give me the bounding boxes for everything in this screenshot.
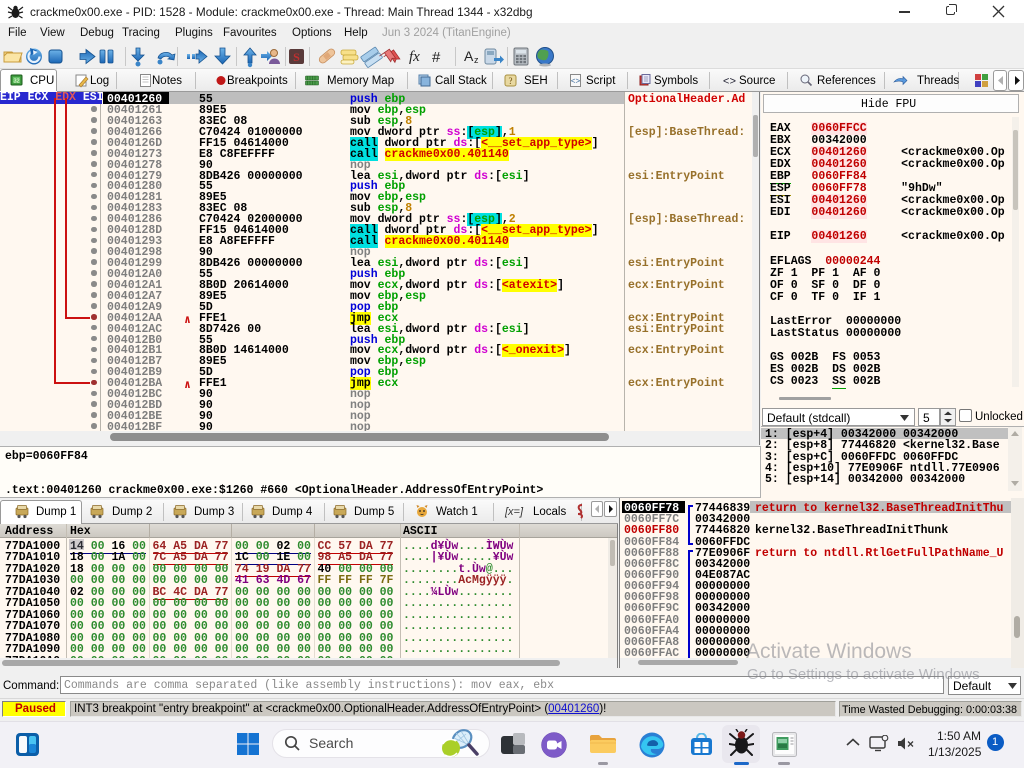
svg-text:?: ? bbox=[509, 76, 513, 86]
svg-text:<>: <> bbox=[571, 78, 581, 87]
svg-text:S: S bbox=[293, 50, 300, 64]
svg-text:<>: <> bbox=[723, 77, 736, 89]
svg-text:z: z bbox=[474, 55, 479, 65]
svg-text:fx: fx bbox=[409, 49, 420, 65]
svg-text:32: 32 bbox=[13, 79, 19, 85]
svg-text:#: # bbox=[432, 49, 441, 66]
svg-text:A: A bbox=[464, 48, 474, 64]
